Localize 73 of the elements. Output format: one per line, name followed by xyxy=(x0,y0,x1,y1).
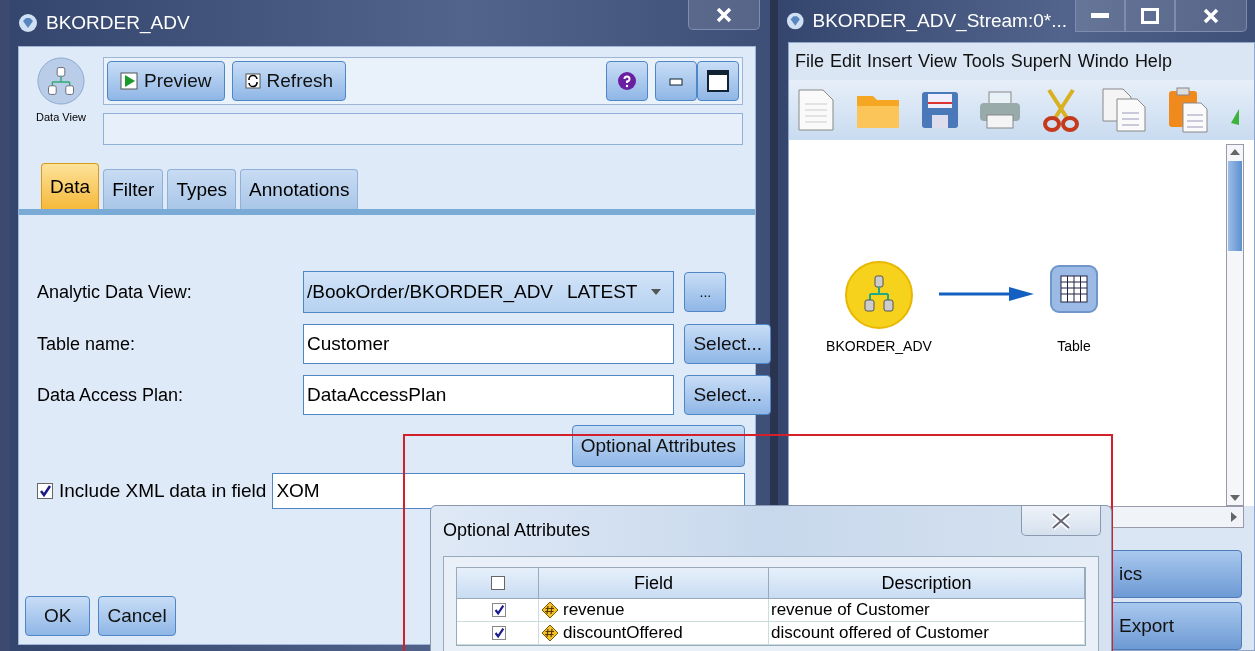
input-field[interactable]: XOM xyxy=(272,473,745,509)
minimize-icon xyxy=(1091,12,1109,19)
database-node-icon[interactable] xyxy=(844,260,914,330)
tab[interactable]: Types xyxy=(167,169,237,209)
menu-item[interactable]: SuperN xyxy=(1010,51,1072,72)
input-field[interactable]: Customer xyxy=(303,324,675,364)
table-cell: revenue xyxy=(563,600,625,620)
select-all-checkbox[interactable] xyxy=(490,576,505,590)
input-field[interactable]: DataAccessPlan xyxy=(303,375,675,415)
close-button[interactable] xyxy=(1021,506,1101,536)
help-icon xyxy=(617,71,637,91)
caret-icon xyxy=(651,288,662,296)
number-field-icon xyxy=(541,624,559,642)
optional-attributes-button[interactable]: Optional Attributes xyxy=(571,425,745,467)
row-checkbox[interactable] xyxy=(491,603,506,617)
menu-item[interactable]: Help xyxy=(1134,51,1172,72)
menu-item[interactable]: Insert xyxy=(867,51,913,72)
refresh-button[interactable]: Refresh xyxy=(231,61,347,101)
menu-item[interactable]: File xyxy=(795,51,824,72)
paste-icon[interactable] xyxy=(1167,87,1209,133)
maximize-icon xyxy=(707,70,729,92)
checkbox[interactable] xyxy=(37,483,53,499)
vertical-scrollbar[interactable] xyxy=(1226,144,1244,506)
close-button[interactable] xyxy=(1175,0,1247,32)
field-label: Analytic Data View: xyxy=(37,281,193,303)
minimize-button[interactable] xyxy=(655,61,697,101)
window-title: BKORDER_ADV_Stream:0*... xyxy=(812,10,1067,32)
printer-icon[interactable] xyxy=(979,91,1021,129)
node-name-field[interactable] xyxy=(103,113,743,145)
field-label: Table name: xyxy=(37,333,137,355)
preview-button[interactable]: Preview xyxy=(107,61,225,101)
refresh-icon xyxy=(244,73,261,89)
menu-item[interactable]: Windo xyxy=(1077,51,1129,72)
menu-item[interactable]: Tools xyxy=(962,51,1005,72)
scroll-thumb[interactable] xyxy=(1228,161,1242,251)
menu-item[interactable]: View xyxy=(918,51,957,72)
minimize-icon xyxy=(669,76,683,86)
tab[interactable]: Annotations xyxy=(240,169,359,209)
table-cell: revenue of Customer xyxy=(769,599,1085,622)
play-icon xyxy=(120,72,138,90)
row-checkbox[interactable] xyxy=(491,626,506,640)
scissors-icon[interactable] xyxy=(1041,88,1081,132)
tab[interactable]: Data xyxy=(41,163,100,209)
field-label: Data Access Plan: xyxy=(37,384,185,406)
ok-button[interactable]: OK xyxy=(25,596,91,636)
minimize-button[interactable] xyxy=(1075,0,1125,32)
help-button[interactable] xyxy=(606,61,648,101)
browse-button[interactable]: ... xyxy=(684,272,727,312)
select-button[interactable]: Select... xyxy=(684,375,772,415)
tab[interactable]: Filter xyxy=(103,169,164,209)
column-header[interactable]: Description xyxy=(769,568,1085,599)
checkbox-label: Include XML data in field xyxy=(59,480,267,502)
menu-item[interactable]: Edit xyxy=(830,51,862,72)
close-button[interactable] xyxy=(688,0,760,30)
node-label: Table xyxy=(1057,338,1091,354)
maximize-button[interactable] xyxy=(697,61,739,101)
database-node-icon xyxy=(37,57,85,105)
close-icon xyxy=(1050,511,1072,530)
node-label: BKORDER_ADV xyxy=(826,338,932,354)
select-button[interactable]: Select... xyxy=(684,324,772,364)
node-type-label: Data View xyxy=(36,111,86,123)
dialog-title: Optional Attributes xyxy=(443,520,591,541)
maximize-icon xyxy=(1141,7,1159,24)
window-title: BKORDER_ADV xyxy=(46,12,191,34)
number-field-icon xyxy=(541,601,559,619)
table-cell: discount offered of Customer xyxy=(769,622,1085,645)
scroll-up-icon xyxy=(1230,149,1240,155)
scroll-down-icon xyxy=(1230,495,1240,501)
dropdown-field[interactable]: /BookOrder/BKORDER_ADV LATEST xyxy=(303,271,675,313)
column-header[interactable]: Field xyxy=(539,568,769,599)
table-cell: discountOffered xyxy=(563,623,683,643)
cancel-button[interactable]: Cancel xyxy=(98,596,176,636)
scroll-right-icon xyxy=(1231,512,1237,522)
